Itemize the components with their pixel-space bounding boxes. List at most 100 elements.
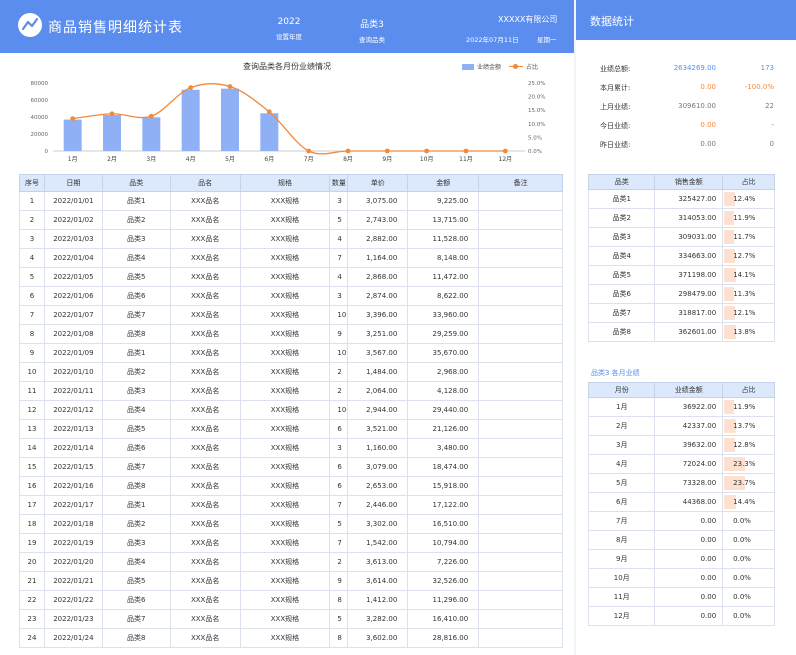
row-name: 9月 [587,549,656,569]
stat-value: 0.00 [700,140,716,148]
table-row[interactable]: 5 2022/01/05 品类5 XXX品名 XXX规格 4 2,868.00 11,472.… [19,267,563,287]
table-row[interactable]: 3 2022/01/03 品类3 XXX品名 XXX规格 4 2,882.00 11,528.… [19,229,563,249]
column-header[interactable]: 规格 [239,174,331,192]
table-header-row: 月份 业绩金额 占比 [587,382,775,398]
share-point [306,148,312,154]
table-row[interactable]: 12月 0.00 0.0% [587,606,775,626]
table-cell [478,210,563,230]
table-row[interactable]: 7月 0.00 0.0% [587,511,775,531]
table-row[interactable]: 18 2022/01/18 品类2 XXX品名 XXX规格 5 3,302.00 16,510… [19,514,563,534]
column-header[interactable]: 业绩金额 [654,382,724,398]
stat-value: 309610.00 [678,102,716,110]
table-cell: 4 [19,248,45,268]
table-row[interactable]: 品类7 318817.00 12.1% [587,303,775,323]
table-cell: 18,474.00 [407,457,480,477]
category-selector[interactable]: 品类3 查询品类 [352,17,392,44]
table-row[interactable]: 2月 42337.00 13.7% [587,416,775,436]
table-cell: 6 [329,457,349,477]
stat-extra: - [771,121,774,129]
table-cell: 2 [329,362,349,382]
column-header[interactable]: 占比 [722,382,775,398]
table-row[interactable]: 5月 73328.00 23.7% [587,473,775,493]
column-header[interactable]: 日期 [43,174,103,192]
table-row[interactable]: 品类4 334663.00 12.7% [587,246,775,266]
row-name: 品类2 [587,208,656,228]
table-row[interactable]: 23 2022/01/23 品类7 XXX品名 XXX规格 5 3,282.00 16,410… [19,609,563,629]
table-row[interactable]: 22 2022/01/22 品类6 XXX品名 XXX规格 8 1,412.00 11,296… [19,590,563,610]
table-row[interactable]: 12 2022/01/12 品类4 XXX品名 XXX规格 10 2,944.00 29,44… [19,400,563,420]
share-text: 0.0% [733,517,751,525]
stat-row: 昨日业绩: 0.00 0 [576,140,796,159]
table-row[interactable]: 3月 39632.00 12.8% [587,435,775,455]
table-row[interactable]: 4 2022/01/04 品类4 XXX品名 XXX规格 7 1,164.00 8,148.0… [19,248,563,268]
y-tick-label-right: 25.0% [528,81,545,87]
share-point [70,116,76,122]
table-cell: 3,302.00 [347,514,409,534]
share-text: 14.4% [733,498,756,506]
table-row[interactable]: 11月 0.00 0.0% [587,587,775,607]
stats-header: 数据统计 [576,0,796,40]
table-row[interactable]: 11 2022/01/11 品类3 XXX品名 XXX规格 2 2,064.00 4,128.… [19,381,563,401]
table-row[interactable]: 8月 0.00 0.0% [587,530,775,550]
table-cell: 8 [329,628,349,648]
stat-extra: -100.0% [744,83,774,91]
table-cell: 33,960.00 [407,305,480,325]
column-header[interactable]: 备注 [478,174,563,192]
table-row[interactable]: 6月 44368.00 14.4% [587,492,775,512]
table-row[interactable]: 24 2022/01/24 品类8 XXX品名 XXX规格 8 3,602.00 28,816… [19,628,563,648]
row-amount: 0.00 [654,511,724,531]
stat-label: 今日业绩: [600,122,631,130]
year-selector[interactable]: 2022 设置年度 [272,17,306,41]
table-row[interactable]: 10月 0.00 0.0% [587,568,775,588]
table-row[interactable]: 1月 36922.00 11.9% [587,397,775,417]
table-cell: 1,160.00 [347,438,409,458]
table-row[interactable]: 6 2022/01/06 品类6 XXX品名 XXX规格 3 2,874.00 8,622.0… [19,286,563,306]
table-row[interactable]: 品类2 314053.00 11.9% [587,208,775,228]
column-header[interactable]: 单价 [347,174,409,192]
table-row[interactable]: 2 2022/01/02 品类2 XXX品名 XXX规格 5 2,743.00 13,715.… [19,210,563,230]
row-amount: 0.00 [654,549,724,569]
column-header[interactable]: 序号 [19,174,45,192]
table-row[interactable]: 15 2022/01/15 品类7 XXX品名 XXX规格 6 3,079.00 18,474… [19,457,563,477]
table-row[interactable]: 品类8 362601.00 13.8% [587,322,775,342]
table-cell: XXX规格 [239,267,331,287]
table-cell: 6 [329,476,349,496]
table-cell: XXX品名 [169,533,241,553]
stat-value: 2634269.00 [673,64,716,72]
table-row[interactable]: 7 2022/01/07 品类7 XXX品名 XXX规格 10 3,396.00 33,960… [19,305,563,325]
table-row[interactable]: 16 2022/01/16 品类8 XXX品名 XXX规格 6 2,653.00 15,918… [19,476,563,496]
column-header[interactable]: 占比 [722,174,775,190]
column-header[interactable]: 销售金额 [654,174,724,190]
table-cell: 品类5 [101,571,171,591]
column-header[interactable]: 品名 [169,174,241,192]
table-row[interactable]: 13 2022/01/13 品类5 XXX品名 XXX规格 6 3,521.00 21,126… [19,419,563,439]
table-cell: 3,075.00 [347,191,409,211]
table-cell: XXX规格 [239,362,331,382]
table-cell: XXX品名 [169,381,241,401]
table-row[interactable]: 8 2022/01/08 品类8 XXX品名 XXX规格 9 3,251.00 29,259.… [19,324,563,344]
table-row[interactable]: 品类1 325427.00 12.4% [587,189,775,209]
table-row[interactable]: 14 2022/01/14 品类6 XXX品名 XXX规格 3 1,160.00 3,480.… [19,438,563,458]
table-row[interactable]: 21 2022/01/21 品类5 XXX品名 XXX规格 9 3,614.00 32,526… [19,571,563,591]
table-row[interactable]: 17 2022/01/17 品类1 XXX品名 XXX规格 7 2,446.00 17,122… [19,495,563,515]
table-row[interactable]: 4月 72024.00 23.3% [587,454,775,474]
row-name: 6月 [587,492,656,512]
table-row[interactable]: 1 2022/01/01 品类1 XXX品名 XXX规格 3 3,075.00 9,225.0… [19,191,563,211]
table-row[interactable]: 20 2022/01/20 品类4 XXX品名 XXX规格 2 3,613.00 7,226.… [19,552,563,572]
column-header[interactable]: 金额 [407,174,480,192]
column-header[interactable]: 品类 [101,174,171,192]
table-row[interactable]: 19 2022/01/19 品类3 XXX品名 XXX规格 7 1,542.00 10,794… [19,533,563,553]
column-header[interactable]: 数量 [329,174,349,192]
table-row[interactable]: 品类3 309031.00 11.7% [587,227,775,247]
table-row[interactable]: 10 2022/01/10 品类2 XXX品名 XXX规格 2 1,484.00 2,968.… [19,362,563,382]
table-row[interactable]: 9 2022/01/09 品类1 XXX品名 XXX规格 10 3,567.00 35,670… [19,343,563,363]
table-cell: 2022/01/12 [43,400,103,420]
table-row[interactable]: 9月 0.00 0.0% [587,549,775,569]
table-cell: 2022/01/05 [43,267,103,287]
column-header[interactable]: 月份 [587,382,656,398]
table-row[interactable]: 品类5 371198.00 14.1% [587,265,775,285]
table-cell: 21,126.00 [407,419,480,439]
table-row[interactable]: 品类6 298479.00 11.3% [587,284,775,304]
column-header[interactable]: 品类 [587,174,656,190]
row-amount: 0.00 [654,606,724,626]
